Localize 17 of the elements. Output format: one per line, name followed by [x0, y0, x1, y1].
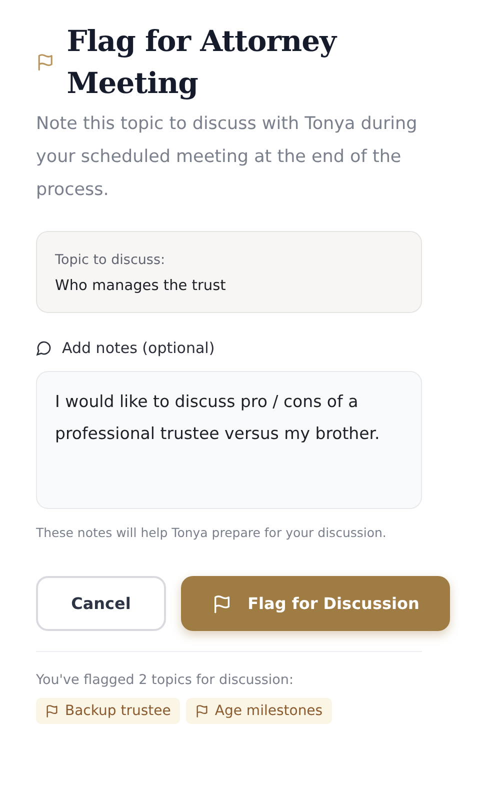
notes-label: Add notes (optional): [62, 339, 215, 357]
notes-field[interactable]: I would like to discuss pro / cons of a professional trustee versus my brother.: [36, 371, 422, 509]
flag-icon: [45, 704, 59, 718]
flag-icon: [194, 704, 209, 718]
cancel-button[interactable]: Cancel: [36, 576, 166, 631]
notes-help-text: These notes will help Tonya prepare for your discussion.: [36, 524, 388, 542]
flag-button[interactable]: Flag for Discussion: [181, 576, 450, 631]
flag-icon: [212, 594, 232, 614]
topic-label: Topic to discuss:: [55, 252, 166, 268]
speech-bubble-icon: [36, 340, 52, 356]
flagged-topic-tag: Backup trustee: [36, 698, 180, 724]
dialog-description: Note this topic to discuss with Tonya during your scheduled meeting at the end of the process.: [36, 113, 418, 202]
flagged-summary: You've flagged 2 topics for discussion:: [36, 672, 295, 688]
dialog-title: Flag for Attorney Meeting: [66, 23, 338, 102]
flagged-topic-tag: Age milestones: [186, 698, 332, 724]
flag-icon: [36, 52, 55, 72]
topic-value: Who manages the trust: [55, 278, 227, 294]
